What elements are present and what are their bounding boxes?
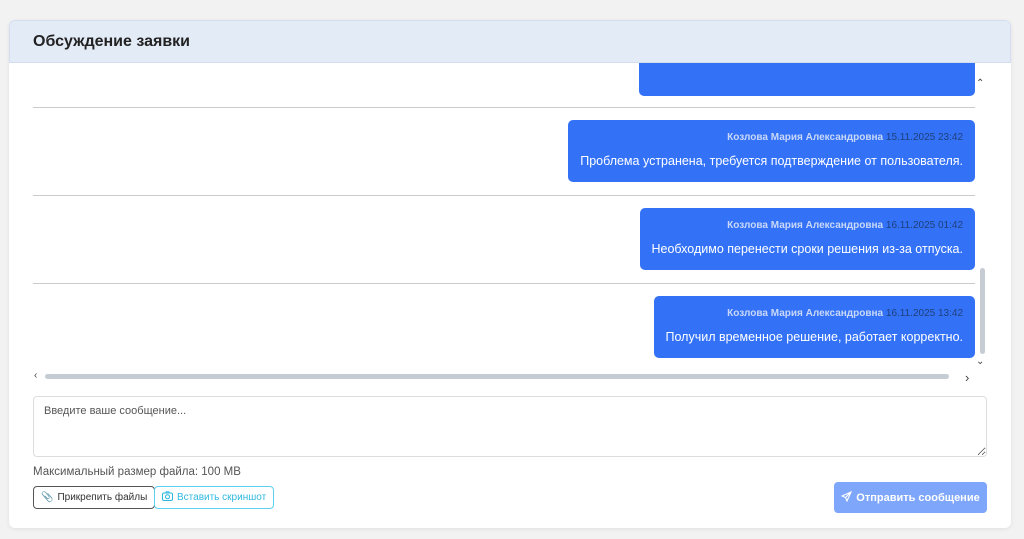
paste-screenshot-label: Вставить скриншот — [177, 492, 267, 503]
divider — [33, 195, 975, 196]
message-list: Козлова Мария Александровна 15.11.2025 2… — [33, 63, 975, 372]
message-text: Необходимо перенести сроки решения из-за… — [651, 242, 964, 256]
message-bubble: Козлова Мария Александровна 16.11.2025 0… — [639, 208, 975, 270]
message-time: 16.11.2025 01:42 — [885, 220, 963, 231]
discussion-card: Обсуждение заявки Козлова Мария Александ… — [9, 20, 1011, 528]
scroll-down-icon[interactable]: ⌄ — [976, 356, 984, 367]
divider — [33, 283, 975, 284]
message-input[interactable] — [33, 396, 987, 457]
scroll-up-icon[interactable]: ⌃ — [976, 78, 984, 89]
card-header: Обсуждение заявки — [9, 20, 1011, 63]
page-title: Обсуждение заявки — [33, 32, 191, 50]
message-author: Козлова Мария Александровна — [727, 220, 884, 231]
divider — [33, 107, 975, 108]
paperclip-icon: 📎 — [41, 492, 54, 503]
message-bubble: Козлова Мария Александровна 15.11.2025 2… — [568, 120, 975, 182]
message-author: Козлова Мария Александровна — [727, 308, 884, 319]
message-bubble: Козлова Мария Александровна 16.11.2025 1… — [653, 296, 975, 358]
scroll-right-icon[interactable]: › — [965, 370, 969, 385]
message-time: 16.11.2025 13:42 — [885, 308, 963, 319]
attach-files-label: Прикрепить файлы — [57, 492, 148, 503]
vertical-scrollbar[interactable] — [977, 78, 987, 378]
send-icon — [840, 490, 853, 505]
max-file-size-note: Максимальный размер файла: 100 MB — [33, 466, 241, 478]
message-time: 15.11.2025 23:42 — [885, 132, 963, 143]
vertical-scroll-thumb[interactable] — [980, 268, 985, 354]
message-text: Получил временное решение, работает корр… — [665, 330, 964, 344]
message-bubble-clipped — [639, 63, 975, 96]
message-author: Козлова Мария Александровна — [727, 132, 884, 143]
send-message-button[interactable]: Отправить сообщение — [834, 482, 987, 513]
horizontal-scroll-thumb[interactable] — [45, 374, 949, 379]
message-text: Проблема устранена, требуется подтвержде… — [580, 154, 963, 168]
scroll-left-icon[interactable]: ‹ — [34, 370, 37, 381]
send-message-label: Отправить сообщение — [856, 491, 980, 504]
attach-files-button[interactable]: 📎 Прикрепить файлы — [33, 486, 156, 509]
paste-screenshot-button[interactable]: Вставить скриншот — [154, 486, 275, 509]
camera-icon — [162, 491, 173, 504]
